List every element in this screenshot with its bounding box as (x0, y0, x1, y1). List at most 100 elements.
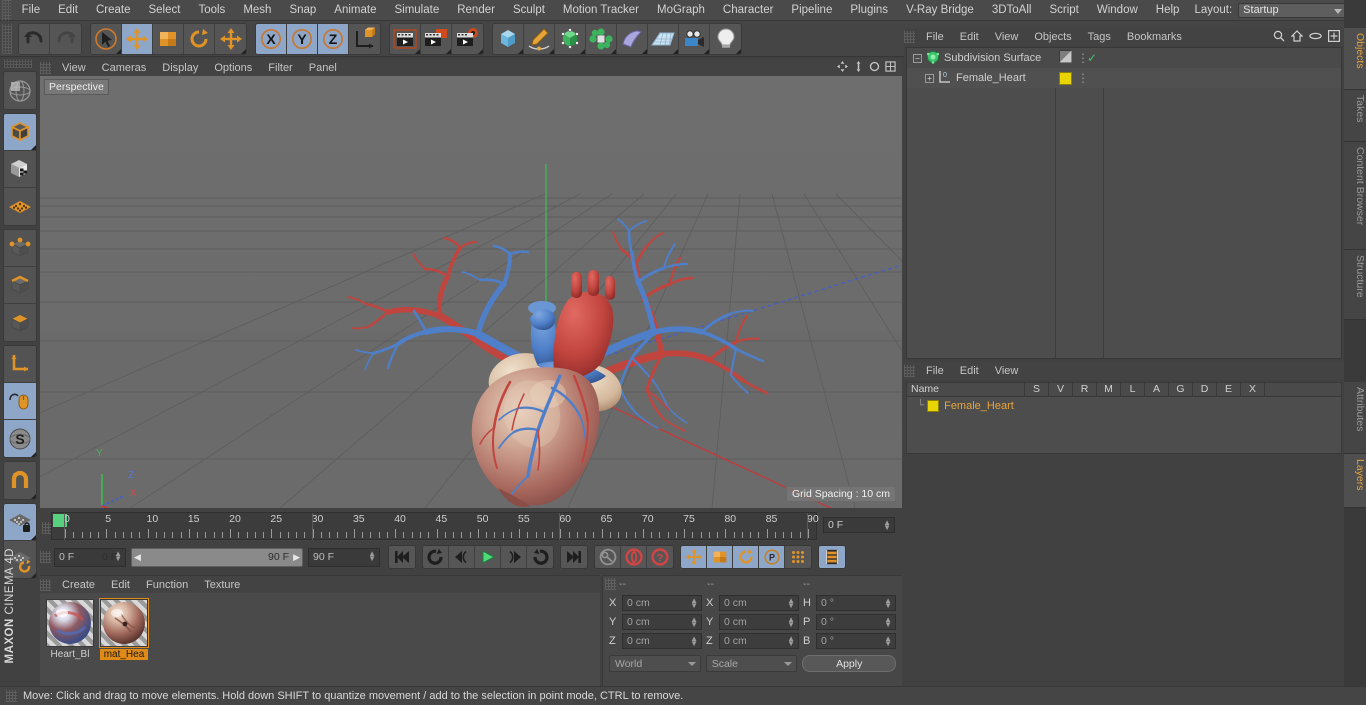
rotate-view-icon[interactable] (869, 61, 880, 75)
record-position-button[interactable] (681, 546, 707, 568)
keyframe-mode-button[interactable] (819, 546, 845, 568)
render-settings-icon[interactable] (452, 23, 483, 54)
playback-grip[interactable] (40, 551, 51, 563)
material-preview[interactable] (46, 599, 94, 647)
render-view-icon[interactable] (390, 23, 421, 54)
ellipse-icon[interactable] (1309, 30, 1322, 45)
menu-script[interactable]: Script (1040, 0, 1087, 20)
axis-modify-icon[interactable] (4, 346, 36, 383)
axis-x-button[interactable]: X (256, 23, 287, 54)
viewport-menu-panel[interactable]: Panel (301, 61, 345, 76)
object-menu-file[interactable]: File (918, 29, 952, 46)
tab-structure[interactable]: Structure (1344, 250, 1366, 320)
object-manager-grip[interactable] (904, 31, 915, 43)
toolbar-grip[interactable] (2, 23, 12, 54)
polygons-mode-icon[interactable] (4, 304, 36, 341)
stepper-icon[interactable]: ▲ ▼ (690, 635, 698, 648)
object-menu-tags[interactable]: Tags (1080, 29, 1119, 46)
menu-3dtoall[interactable]: 3DToAll (983, 0, 1041, 20)
generator-icon[interactable] (555, 23, 586, 54)
menu-plugins[interactable]: Plugins (841, 0, 897, 20)
layer-manager-grip[interactable] (904, 365, 915, 377)
record-key-button[interactable] (595, 546, 621, 568)
frame-range-slider[interactable]: ◀ 0 F 90 F ▶ (102, 547, 303, 567)
select-cursor-icon[interactable] (91, 23, 122, 54)
object-row-subdivision-surface[interactable]: − Subdivision Surface ⋮ ✓ (907, 48, 1341, 68)
material-menu-edit[interactable]: Edit (103, 577, 138, 593)
previous-key-button[interactable] (423, 546, 449, 568)
points-mode-icon[interactable] (4, 230, 36, 267)
texture-mode-icon[interactable] (4, 151, 36, 188)
menu-mesh[interactable]: Mesh (234, 0, 280, 20)
undo-icon[interactable] (19, 23, 50, 54)
object-menu-view[interactable]: View (987, 29, 1027, 46)
object-menu-objects[interactable]: Objects (1026, 29, 1079, 46)
stepper-icon[interactable]: ▲ ▼ (368, 549, 376, 562)
menu-simulate[interactable]: Simulate (385, 0, 448, 20)
stepper-icon[interactable]: ▲ ▼ (884, 616, 892, 629)
viewport-menu-options[interactable]: Options (206, 61, 260, 76)
step-forward-button[interactable] (501, 546, 527, 568)
stepper-icon[interactable]: ▲ ▼ (787, 597, 795, 610)
workplane-icon[interactable] (4, 188, 36, 225)
maximize-icon[interactable] (885, 61, 896, 75)
go-to-end-button[interactable] (561, 546, 587, 568)
world-coordinate-icon[interactable] (349, 23, 380, 54)
menu-mograph[interactable]: MoGraph (648, 0, 714, 20)
viewport-menu-view[interactable]: View (54, 61, 94, 76)
timeline-ruler[interactable]: 0 5 10 15 20 25 30 35 40 45 50 55 60 65 70 75 80 85 90 (51, 512, 819, 540)
object-menu-bookmarks[interactable]: Bookmarks (1119, 29, 1190, 46)
tab-takes[interactable]: Takes (1344, 90, 1366, 142)
record-parameter-button[interactable]: P (759, 546, 785, 568)
redo-icon[interactable] (50, 23, 81, 54)
menu-sculpt[interactable]: Sculpt (504, 0, 554, 20)
tab-content-browser[interactable]: Content Browser (1344, 142, 1366, 250)
material-grip[interactable] (40, 578, 51, 591)
size-z-field[interactable]: 0 cm ▲ ▼ (719, 633, 799, 649)
material-menu-function[interactable]: Function (138, 577, 196, 593)
expander-icon[interactable]: + (925, 73, 934, 83)
max-frame-field[interactable]: 90 F ▲ ▼ (308, 547, 380, 567)
position-y-field[interactable]: 0 cm ▲ ▼ (622, 614, 702, 630)
step-back-button[interactable] (449, 546, 475, 568)
plus-box-icon[interactable] (1328, 29, 1341, 45)
timeline-frame-field[interactable]: 0 F ▲ ▼ (823, 517, 895, 533)
range-left-arrow-icon[interactable]: ◀ (134, 552, 141, 563)
stepper-icon[interactable]: ▲ ▼ (690, 616, 698, 629)
workplane-lock-icon[interactable] (4, 504, 36, 541)
rotation-p-field[interactable]: 0 ° ▲ ▼ (816, 614, 896, 630)
menu-character[interactable]: Character (714, 0, 783, 20)
stepper-icon[interactable]: ▲ ▼ (884, 635, 892, 648)
menu-help[interactable]: Help (1147, 0, 1189, 20)
layer-color-swatch[interactable] (927, 399, 940, 412)
menu-motion-tracker[interactable]: Motion Tracker (554, 0, 648, 20)
object-tag-gradient[interactable] (1059, 50, 1072, 66)
axis-y-button[interactable]: Y (287, 23, 318, 54)
size-y-field[interactable]: 0 cm ▲ ▼ (719, 614, 799, 630)
pan-icon[interactable] (837, 61, 848, 75)
menu-window[interactable]: Window (1088, 0, 1147, 20)
model-mode-icon[interactable] (4, 114, 36, 151)
camera-icon[interactable] (679, 23, 710, 54)
transform-mode-dropdown[interactable]: Scale (705, 655, 798, 672)
scale-icon[interactable] (153, 23, 184, 54)
move-global-icon[interactable] (215, 23, 246, 54)
menu-animate[interactable]: Animate (325, 0, 385, 20)
menu-snap[interactable]: Snap (280, 0, 325, 20)
search-icon[interactable] (1273, 30, 1285, 45)
coordinates-grip[interactable] (605, 578, 616, 590)
next-key-button[interactable] (527, 546, 553, 568)
keyframe-selection-button[interactable]: ? (647, 546, 673, 568)
object-tree[interactable]: − Subdivision Surface ⋮ ✓ + 0 Female_Hea… (906, 47, 1342, 359)
layer-list-empty-area[interactable] (906, 414, 1342, 454)
tab-objects[interactable]: Objects (1344, 28, 1366, 90)
layer-menu-edit[interactable]: Edit (952, 363, 987, 380)
viewport-menu-display[interactable]: Display (154, 61, 206, 76)
layer-menu-view[interactable]: View (987, 363, 1027, 380)
viewport-menu-cameras[interactable]: Cameras (94, 61, 155, 76)
tab-layers[interactable]: Layers (1344, 454, 1366, 508)
viewport-menu-filter[interactable]: Filter (260, 61, 300, 76)
snap-magnet-icon[interactable] (4, 462, 36, 499)
cube-primitive-icon[interactable] (493, 23, 524, 54)
object-tag-swatch[interactable] (1059, 71, 1072, 85)
